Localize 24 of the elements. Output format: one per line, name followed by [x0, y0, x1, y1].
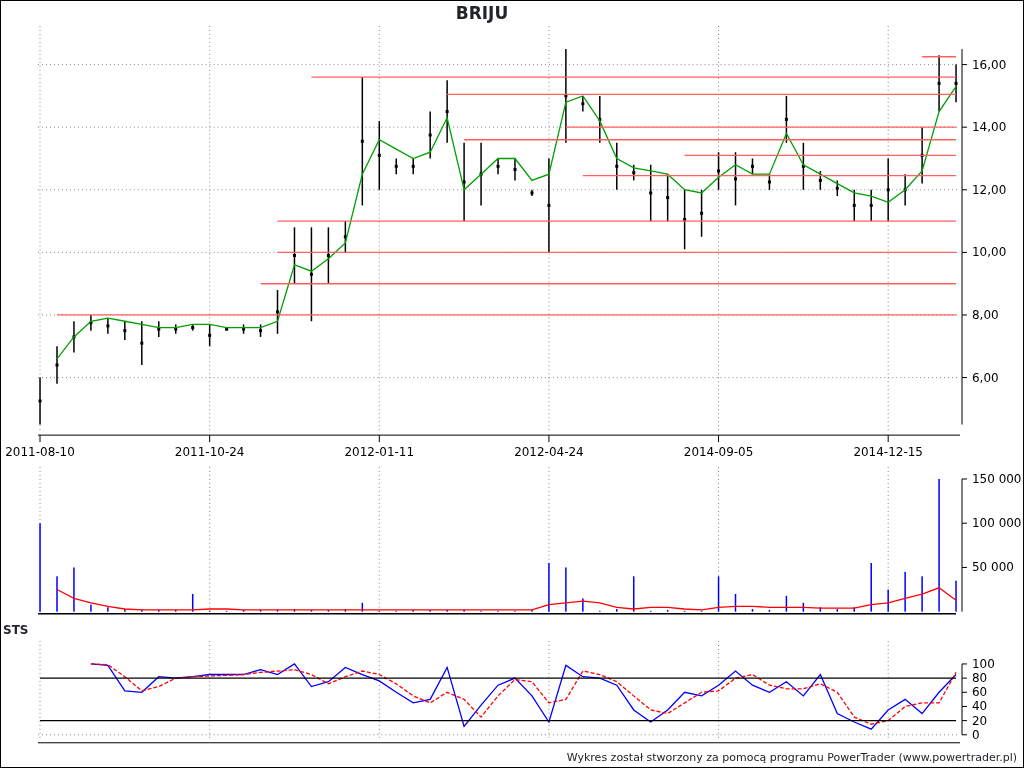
price-axis-label: 14,00 — [972, 120, 1007, 135]
volume-axis-label: 100 000 — [972, 516, 1022, 531]
volume-axis-label: 50 000 — [972, 560, 1014, 575]
chart-title: BRIJU — [455, 2, 509, 25]
price-axis-label: 8,00 — [972, 308, 999, 322]
price-axis-label: 12,00 — [972, 182, 1007, 197]
footer-credit: Wykres został stworzony za pomocą programu PowerTrader (www.powertrader.pl) — [566, 751, 1017, 765]
volume-axis-label: 150 000 — [972, 472, 1022, 486]
oscillator-label: STS — [3, 621, 29, 639]
oscillator-axis-label: 60 — [972, 685, 988, 699]
date-axis-label: 2011-08-10 — [5, 445, 75, 460]
date-axis-label: 2014-09-05 — [683, 445, 754, 460]
oscillator-axis-label: 20 — [972, 713, 988, 728]
date-axis-label: 2012-01-11 — [344, 445, 415, 460]
oscillator-axis-label: 0 — [972, 727, 980, 742]
oscillator-axis-label: 100 — [972, 656, 995, 671]
price-axis-label: 10,00 — [972, 245, 1007, 260]
oscillator-axis-label: 40 — [972, 699, 988, 714]
price-axis-label: 16,00 — [972, 57, 1007, 72]
date-axis-label: 2012-04-24 — [514, 445, 584, 460]
date-axis-label: 2014-12-15 — [853, 445, 923, 460]
price-axis-label: 6,00 — [972, 370, 999, 385]
oscillator-axis-label: 80 — [972, 670, 988, 685]
date-axis-label: 2011-10-24 — [174, 445, 245, 460]
